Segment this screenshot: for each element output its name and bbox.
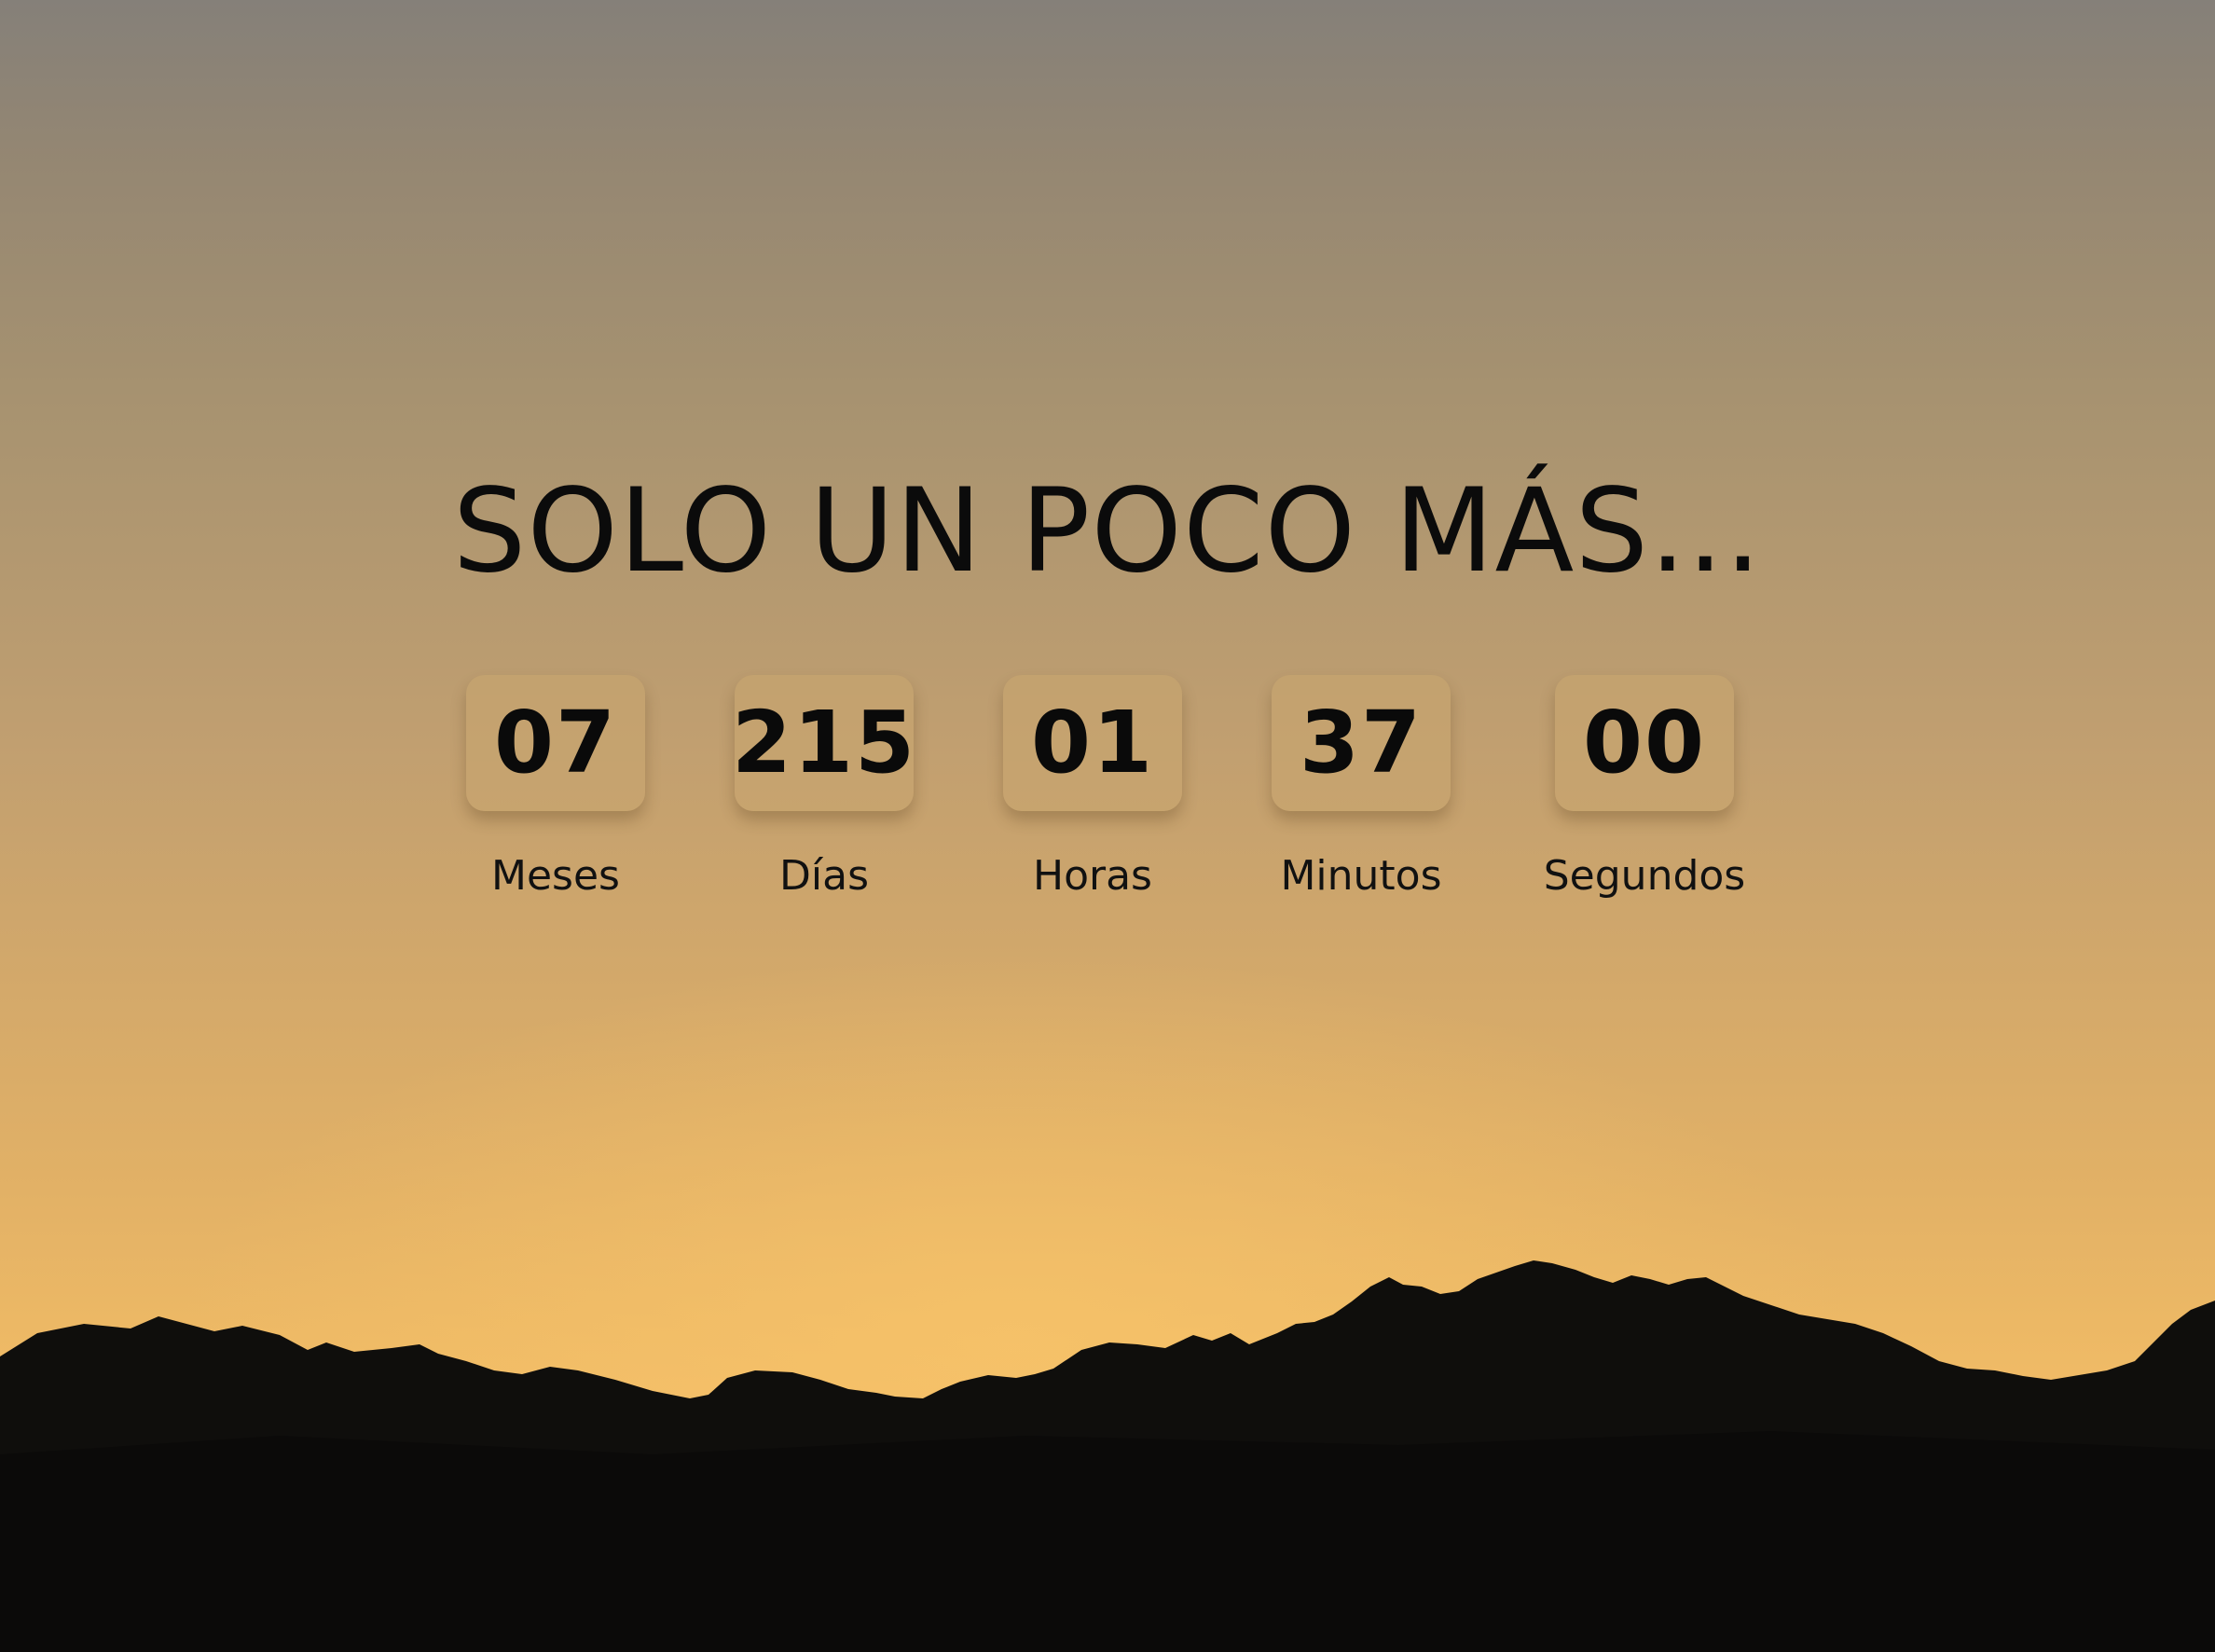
countdown-tile: 01: [1003, 675, 1182, 811]
countdown-label: Horas: [1033, 852, 1152, 900]
countdown-label: Días: [779, 852, 869, 900]
countdown-minutes: 37 Minutos: [1221, 675, 1501, 897]
countdown-tile: 37: [1272, 675, 1451, 811]
countdown-page: SOLO UN POCO MÁS... 07 Meses 215 Días 01…: [0, 0, 2215, 1652]
page-title: SOLO UN POCO MÁS...: [452, 464, 1763, 599]
countdown-label: Minutos: [1280, 852, 1442, 900]
countdown-tile: 00: [1555, 675, 1734, 811]
countdown-value: 00: [1582, 693, 1707, 792]
countdown-hours: 01 Horas: [953, 675, 1232, 897]
countdown-tile: 215: [731, 675, 917, 811]
countdown-tile: 07: [466, 675, 645, 811]
countdown-days: 215 Días: [684, 675, 964, 897]
countdown-seconds: 00 Segundos: [1505, 675, 1784, 897]
countdown-value: 01: [1030, 693, 1155, 792]
countdown-label: Segundos: [1543, 852, 1746, 900]
countdown-value: 37: [1299, 693, 1424, 792]
countdown-months: 07 Meses: [416, 675, 695, 897]
countdown-label: Meses: [491, 852, 620, 900]
countdown-value: 07: [493, 693, 618, 792]
countdown-value: 215: [731, 693, 917, 792]
